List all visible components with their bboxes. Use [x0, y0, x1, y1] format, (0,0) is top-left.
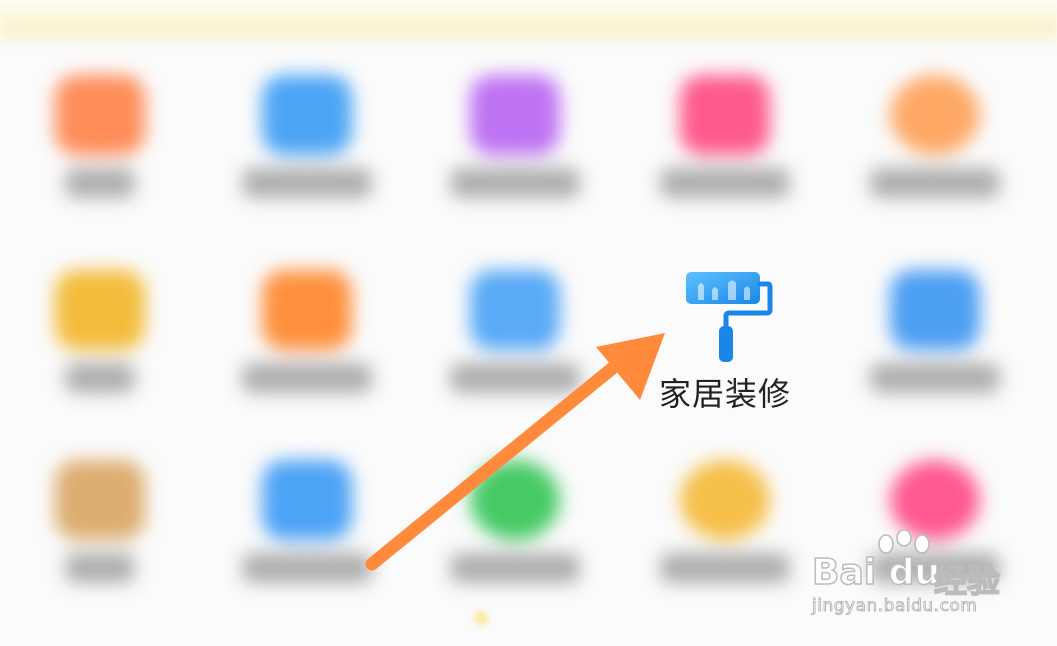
page-indicator-dot — [474, 611, 488, 625]
watermark-brand: Bai du — [811, 551, 941, 594]
baidu-watermark: Bai du 经验 jingyan.baidu.com — [810, 530, 1040, 625]
watermark-url: jingyan.baidu.com — [812, 596, 978, 617]
watermark-brand-cn: 经验 — [933, 560, 1000, 600]
